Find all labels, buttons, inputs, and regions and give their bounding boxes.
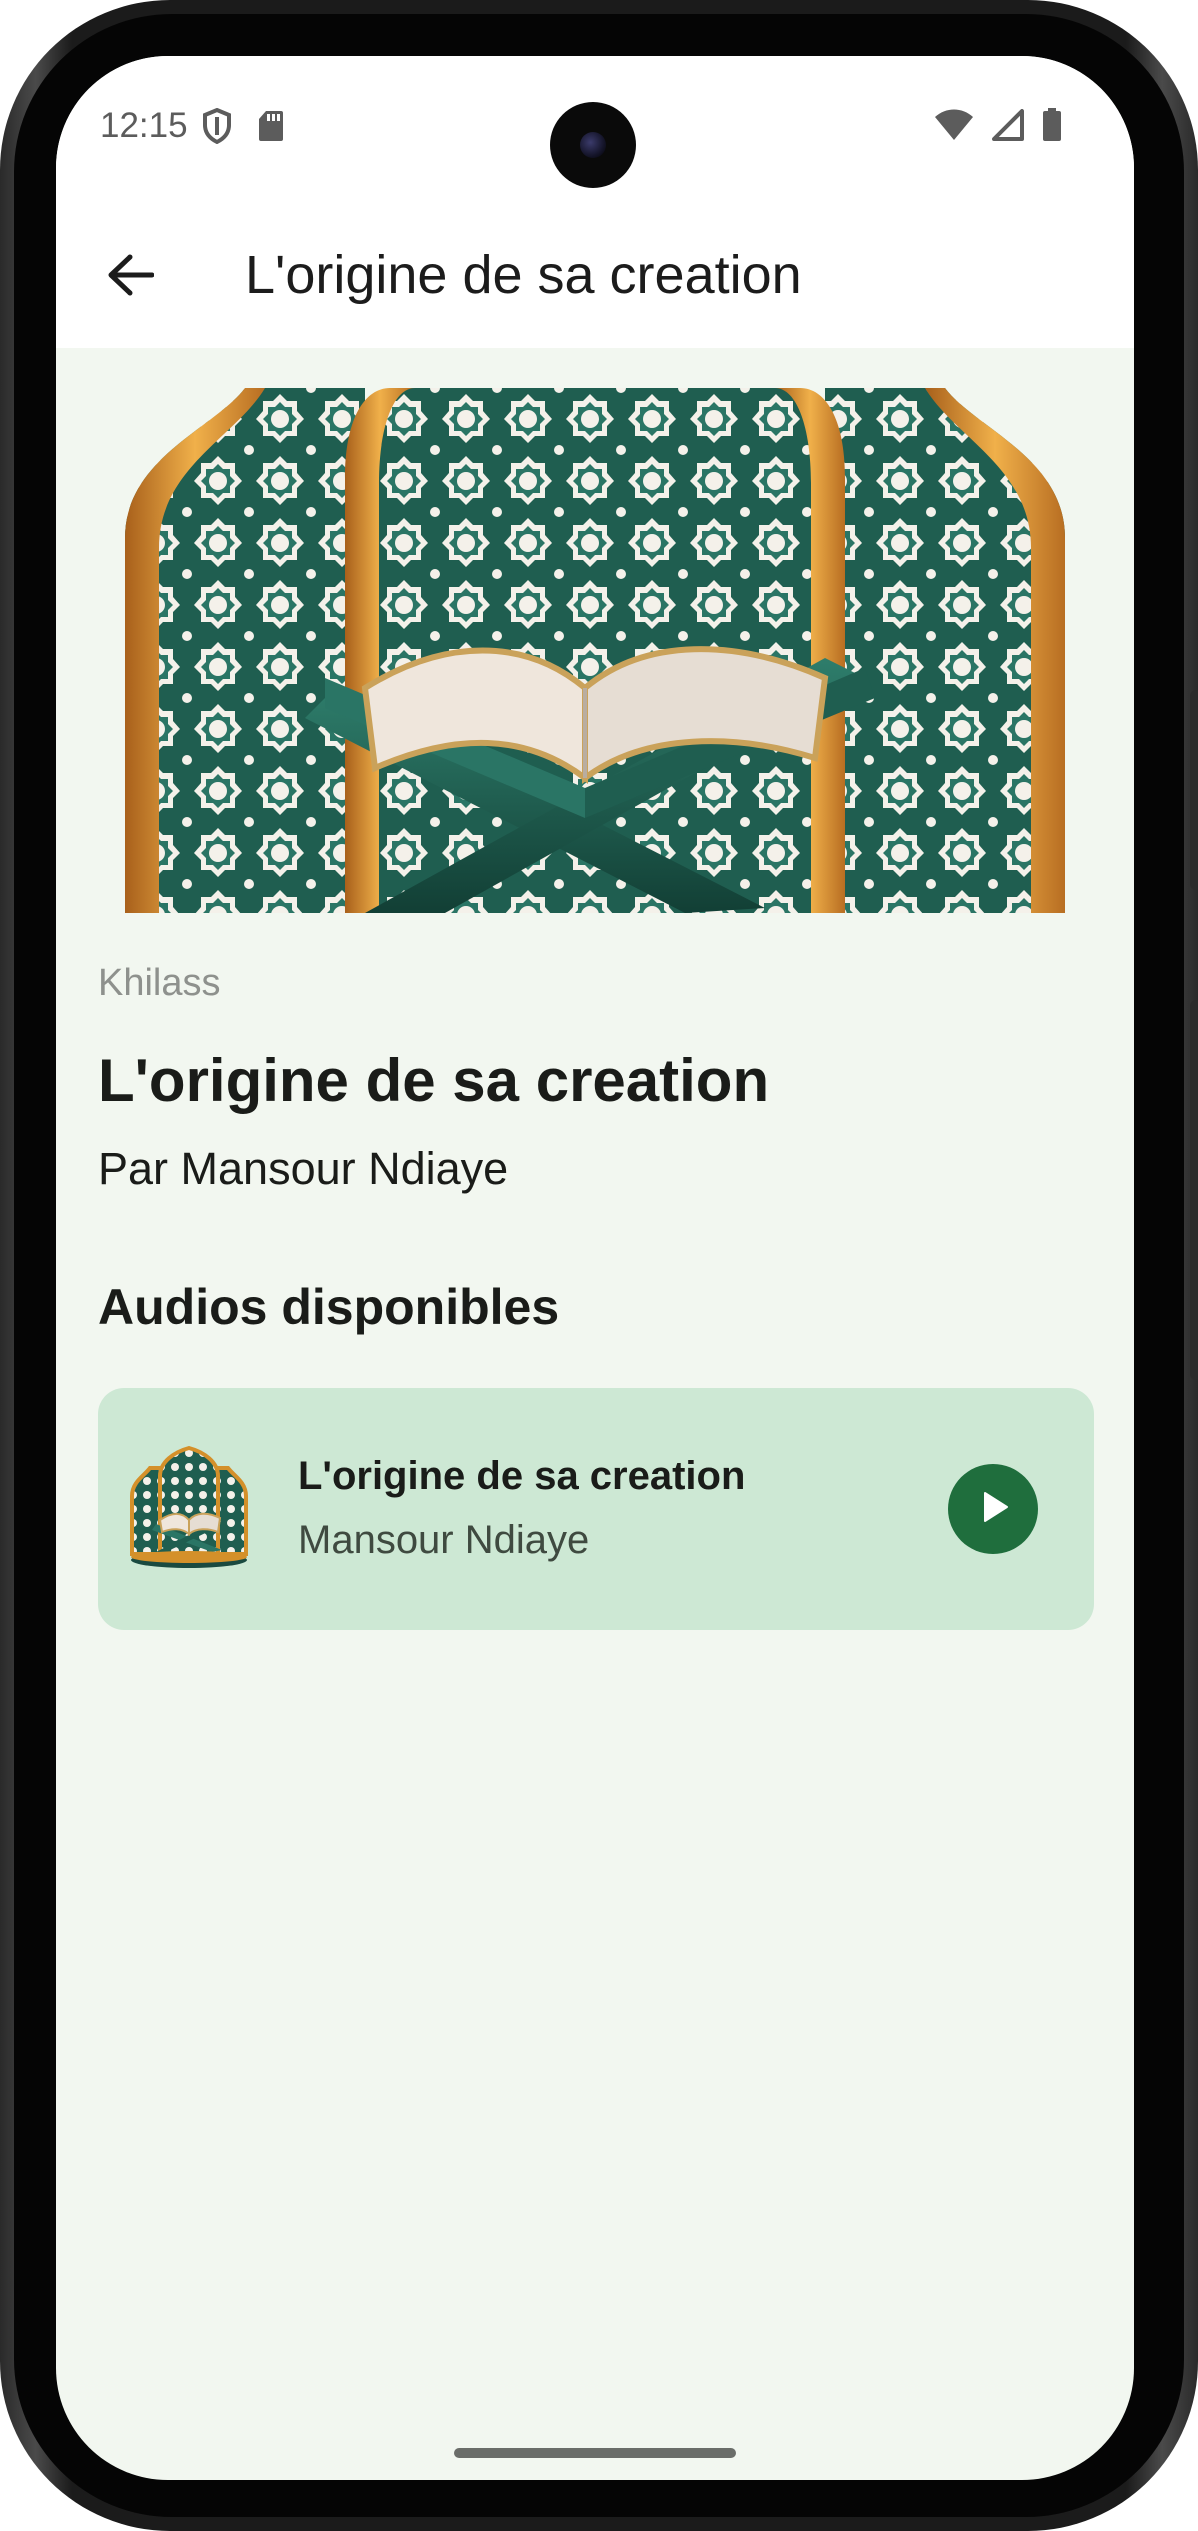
author-label: Par Mansour Ndiaye [98,1143,509,1194]
audio-list-item[interactable]: L'origine de sa creation Mansour Ndiaye [98,1388,1094,1630]
audios-section-heading: Audios disponibles [98,1279,560,1335]
phone-frame: 12:15 L'origine de sa creation Khilass L… [0,0,1198,2531]
audio-artist: Mansour Ndiaye [298,1518,590,1562]
wifi-icon [934,109,974,146]
shield-icon [202,107,232,149]
status-time: 12:15 [100,106,188,145]
cell-signal-icon [992,109,1024,146]
audio-thumbnail [126,1445,252,1572]
screen: 12:15 L'origine de sa creation Khilass L… [56,56,1134,2480]
play-button[interactable] [948,1464,1038,1554]
sd-card-icon [258,110,284,147]
power-button [1190,690,1198,890]
play-icon [973,1487,1013,1532]
status-bar: 12:15 [56,56,1134,206]
hero-image [125,388,1065,913]
home-indicator[interactable] [454,2448,736,2458]
battery-icon [1042,108,1062,147]
category-label: Khilass [98,962,221,1004]
audio-title: L'origine de sa creation [298,1454,746,1498]
arrow-back-icon [106,253,155,302]
page-title: L'origine de sa creation [98,1047,770,1114]
app-bar: L'origine de sa creation [56,206,1134,348]
volume-button [1190,1000,1198,1380]
app-bar-title: L'origine de sa creation [245,245,802,305]
status-right-icons [934,108,1062,147]
front-camera [550,102,636,188]
status-left-icons [202,107,284,149]
back-button[interactable] [94,241,166,313]
